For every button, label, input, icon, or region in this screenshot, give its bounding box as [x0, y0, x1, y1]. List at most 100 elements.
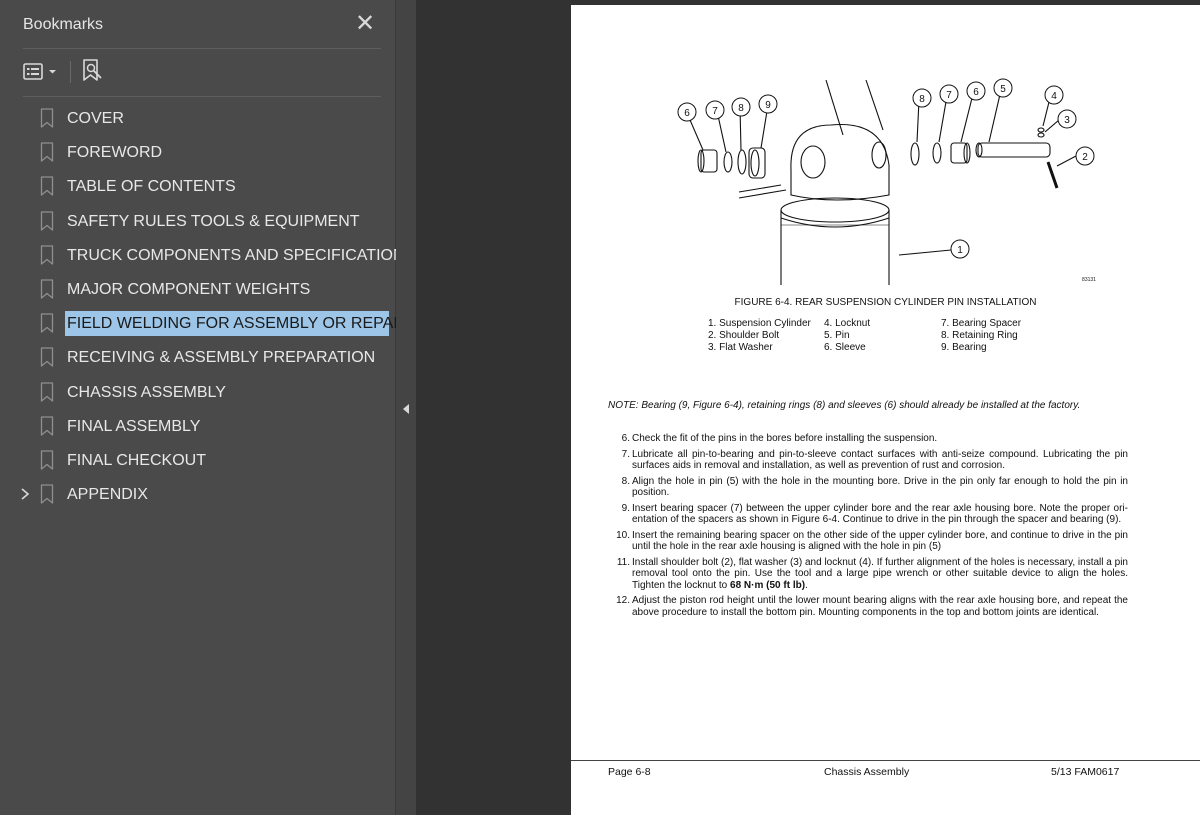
callout-8: 8 — [919, 94, 925, 105]
procedure-step: 6. Check the fit of the pins in the bores… — [608, 433, 1128, 445]
legend-column-3: 7. Bearing Spacer 8. Retaining Ring 9. B… — [941, 318, 1021, 354]
legend-column-1: 1. Suspension Cylinder 2. Shoulder Bolt … — [708, 318, 811, 354]
toolbar-divider — [70, 61, 71, 83]
footer-rule — [571, 760, 1200, 761]
procedure-step: 7. Lubricate all pin-to-bearing and pin-t… — [608, 449, 1128, 472]
bookmarks-toolbar — [0, 52, 396, 92]
step-text: Insert bearing spacer (7) between the up… — [632, 503, 1128, 526]
bookmark-label: FOREWORD — [67, 144, 163, 162]
footer-section: Chassis Assembly — [824, 766, 910, 778]
callout-1: 1 — [957, 245, 963, 256]
collapse-panel-icon[interactable] — [400, 402, 412, 416]
procedure-steps: 6. Check the fit of the pins in the bores… — [608, 433, 1128, 622]
bookmark-icon — [40, 108, 54, 128]
bookmarks-panel: Bookmarks ✕ COVER FOREWORD TABLE OF CONTEN… — [0, 0, 415, 815]
step-text: Lubricate all pin-to-bearing and pin-to-… — [632, 449, 1128, 472]
bookmark-label: APPENDIX — [67, 486, 148, 504]
bookmark-item[interactable]: TABLE OF CONTENTS — [0, 169, 396, 203]
bookmark-item[interactable]: APPENDIX — [0, 477, 396, 511]
pdf-page: 1 2 3 4 5 6 6 7 7 8 8 9 83131 FIGURE 6-4 — [571, 5, 1200, 815]
step-number: 8. — [621, 475, 630, 487]
list-options-icon — [23, 63, 56, 80]
legend-item: 4. Locknut — [824, 318, 871, 329]
toolbar-bottom-divider — [23, 96, 381, 97]
bookmark-item[interactable]: CHASSIS ASSEMBLY — [0, 375, 396, 409]
step-text-body: Insert the remaining bearing spacer on t… — [632, 529, 1128, 553]
find-bookmark-button[interactable] — [79, 57, 107, 85]
step-text-body: Insert bearing spacer (7) between the up… — [632, 502, 1128, 526]
bookmark-label: TRUCK COMPONENTS AND SPECIFICATIONS — [67, 246, 416, 264]
callout-4: 4 — [1051, 91, 1057, 102]
bookmark-icon — [40, 142, 54, 162]
bookmark-label: CHASSIS ASSEMBLY — [67, 383, 226, 401]
bookmark-label: FINAL ASSEMBLY — [67, 417, 201, 435]
step-text-end: . — [805, 579, 808, 591]
step-text: Adjust the piston rod height until the l… — [632, 595, 1128, 618]
step-number: 6. — [621, 433, 630, 444]
legend-item: 3. Flat Washer — [708, 342, 773, 353]
callout-2: 2 — [1082, 152, 1088, 163]
bookmark-item[interactable]: TRUCK COMPONENTS AND SPECIFICATIONS — [0, 238, 415, 272]
bookmark-label: SAFETY RULES TOOLS & EQUIPMENT — [67, 212, 360, 230]
bookmark-icon — [40, 279, 54, 299]
header-divider — [23, 48, 381, 49]
bookmarks-header: Bookmarks ✕ — [0, 0, 396, 48]
step-text-body: Lubricate all pin-to-bearing and pin-to-… — [632, 448, 1128, 472]
step-text: Install shoulder bolt (2), flat washer (… — [632, 557, 1128, 592]
bookmark-label: MAJOR COMPONENT WEIGHTS — [67, 280, 311, 298]
bookmark-icon — [40, 416, 54, 436]
list-options-button[interactable] — [22, 60, 62, 84]
legend-item: 8. Retaining Ring — [941, 330, 1018, 341]
step-text-body: Align the hole in pin (5) with the hole … — [632, 475, 1128, 499]
bookmark-item[interactable]: COVER — [0, 101, 396, 135]
bookmark-item[interactable]: MAJOR COMPONENT WEIGHTS — [0, 272, 396, 306]
step-text: Align the hole in pin (5) with the hole … — [632, 476, 1128, 499]
step-text-body: Install shoulder bolt (2), flat washer (… — [632, 556, 1128, 591]
find-bookmark-icon — [83, 59, 102, 81]
callout-7: 7 — [946, 90, 952, 101]
figure-caption: FIGURE 6-4. REAR SUSPENSION CYLINDER PIN… — [734, 297, 1037, 308]
procedure-step: 10. Insert the remaining bearing spacer o… — [608, 530, 1128, 553]
bookmark-item[interactable]: RECEIVING & ASSEMBLY PREPARATION — [0, 340, 396, 374]
callout-7-left: 7 — [712, 106, 718, 117]
figure-code: 83131 — [1082, 277, 1096, 283]
callout-9: 9 — [765, 100, 771, 111]
callout-8-left: 8 — [738, 103, 744, 114]
close-icon[interactable]: ✕ — [352, 12, 378, 38]
procedure-step: 8. Align the hole in pin (5) with the hol… — [608, 476, 1128, 499]
bookmark-item[interactable]: FINAL CHECKOUT — [0, 443, 396, 477]
step-text-body: Check the fit of the pins in the bores b… — [632, 433, 938, 444]
bookmark-label: COVER — [67, 110, 124, 127]
legend-item: 2. Shoulder Bolt — [708, 330, 780, 341]
bookmark-label: TABLE OF CONTENTS — [67, 178, 236, 196]
legend-item: 6. Sleeve — [824, 342, 866, 353]
bookmark-label: FINAL CHECKOUT — [67, 451, 206, 469]
bookmark-item[interactable]: FINAL ASSEMBLY — [0, 409, 396, 443]
procedure-step: 9. Insert bearing spacer (7) between the … — [608, 503, 1128, 526]
legend-item: 9. Bearing — [941, 342, 987, 353]
step-text: Check the fit of the pins in the bores b… — [632, 433, 1128, 445]
bookmark-icon — [40, 176, 54, 197]
step-number: 12. — [616, 595, 630, 606]
factory-note: NOTE: Bearing (9, Figure 6-4), retaining… — [608, 400, 1081, 411]
bookmark-icon — [40, 347, 54, 367]
legend-item: 7. Bearing Spacer — [941, 318, 1022, 329]
bookmark-icon — [40, 245, 54, 265]
bookmark-icon — [40, 484, 54, 504]
bookmark-icon — [40, 381, 54, 402]
bookmark-icon — [40, 210, 54, 231]
bookmark-label: FIELD WELDING FOR ASSEMBLY OR REPAIR — [65, 311, 409, 337]
bookmark-label: RECEIVING & ASSEMBLY PREPARATION — [67, 349, 376, 367]
chevron-right-icon[interactable] — [19, 487, 31, 501]
callout-3: 3 — [1064, 115, 1070, 126]
step-number: 9. — [621, 502, 630, 514]
bookmark-item[interactable]: FIELD WELDING FOR ASSEMBLY OR REPAIR — [0, 306, 409, 340]
bookmark-list: COVER FOREWORD TABLE OF CONTENTS SAFETY RUL… — [0, 101, 415, 511]
bookmark-item[interactable]: SAFETY RULES TOOLS & EQUIPMENT — [0, 204, 396, 238]
bookmark-icon — [40, 313, 54, 333]
step-number: 11. — [616, 556, 630, 568]
procedure-step: 12. Adjust the piston rod height until th… — [608, 595, 1128, 618]
callout-6: 6 — [973, 87, 979, 98]
bookmark-item[interactable]: FOREWORD — [0, 135, 396, 169]
step-number: 10. — [616, 529, 630, 541]
